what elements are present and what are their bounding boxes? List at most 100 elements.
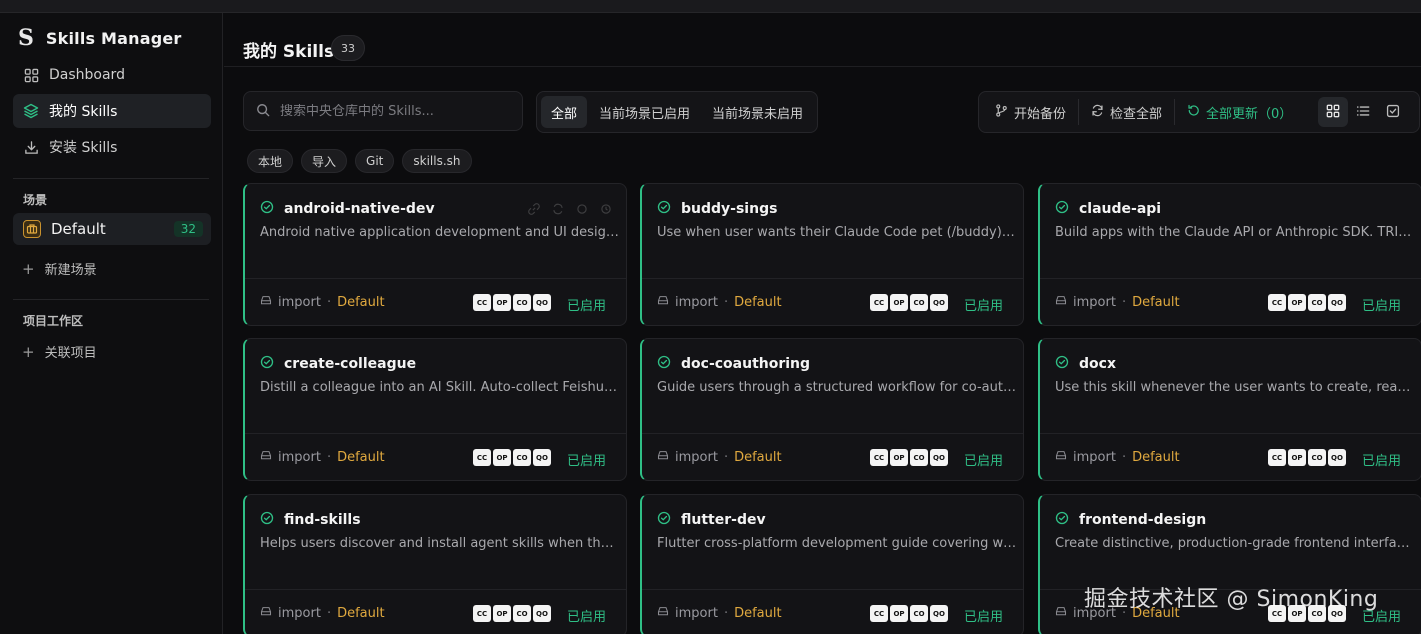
agent-badge: QO: [1328, 294, 1346, 311]
select-mode-button[interactable]: [1378, 97, 1408, 127]
update-all-label: 全部更新（0）: [1206, 106, 1293, 122]
status-badge[interactable]: 已启用: [567, 450, 606, 469]
git-branch-icon: [995, 103, 1008, 121]
skill-name: find-skills: [284, 511, 361, 528]
skill-card[interactable]: buddy-sings Use when user wants their Cl…: [640, 183, 1024, 326]
filter-enabled-in-scene[interactable]: 当前场景已启用: [589, 96, 700, 128]
agent-badge: OP: [890, 605, 908, 622]
scene-label[interactable]: Default: [734, 606, 782, 621]
refresh-icon[interactable]: [552, 200, 564, 219]
status-badge[interactable]: 已启用: [964, 450, 1003, 469]
link-project-button[interactable]: + 关联项目: [22, 342, 97, 362]
sidebar-item-dashboard[interactable]: Dashboard: [13, 58, 211, 92]
agent-badges: CC OP CO QO: [1268, 294, 1346, 311]
scene-label[interactable]: Default: [337, 450, 385, 465]
hard-drive-icon: [260, 605, 272, 621]
skill-name: doc-coauthoring: [681, 355, 811, 372]
sidebar-item-my-skills[interactable]: 我的 Skills: [13, 94, 211, 128]
separator-dot: ·: [326, 449, 332, 465]
status-badge[interactable]: 已启用: [1362, 295, 1401, 314]
agent-badge: CC: [473, 449, 491, 466]
skill-card[interactable]: flutter-dev Flutter cross-platform devel…: [640, 494, 1024, 634]
status-badge[interactable]: 已启用: [964, 295, 1003, 314]
update-all-button[interactable]: 全部更新（0）: [1175, 96, 1304, 128]
agent-badge: CO: [1308, 294, 1326, 311]
source-label: import: [675, 605, 718, 621]
agent-badge: CC: [1268, 294, 1286, 311]
chip-local[interactable]: 本地: [247, 149, 294, 173]
check-circle-icon: [657, 510, 671, 529]
grid-view-button[interactable]: [1318, 97, 1349, 127]
status-badge[interactable]: 已启用: [1362, 450, 1401, 469]
skill-name: frontend-design: [1079, 511, 1207, 528]
skill-card[interactable]: create-colleague Distill a colleague int…: [243, 338, 627, 481]
skill-source: import · Default: [657, 294, 782, 310]
check-all-label: 检查全部: [1110, 106, 1163, 122]
skill-description: Android native application development a…: [260, 225, 620, 240]
sidebar-item-install-skills[interactable]: 安装 Skills: [13, 130, 211, 164]
source-label: import: [675, 294, 718, 310]
scene-label[interactable]: Default: [734, 450, 782, 465]
hard-drive-icon: [1055, 294, 1067, 310]
scene-label[interactable]: Default: [734, 295, 782, 310]
agent-badge: CO: [513, 449, 531, 466]
app-name: Skills Manager: [45, 28, 182, 48]
new-scene-button[interactable]: + 新建场景: [22, 259, 97, 279]
list-view-button[interactable]: [1348, 97, 1378, 127]
skill-card[interactable]: docx Use this skill whenever the user wa…: [1038, 338, 1421, 481]
sidebar-divider: [13, 178, 209, 179]
scene-item-default[interactable]: Default 32: [13, 213, 211, 245]
agent-badges: CC OP CO QO: [473, 294, 551, 311]
scene-label[interactable]: Default: [337, 606, 385, 621]
sidebar-item-label: 安装 Skills: [49, 140, 118, 156]
skill-card[interactable]: claude-api Build apps with the Claude AP…: [1038, 183, 1421, 326]
card-header: doc-coauthoring: [657, 354, 810, 373]
skill-description: Create distinctive, production-grade fro…: [1055, 536, 1415, 551]
skill-source: import · Default: [1055, 449, 1180, 465]
status-badge[interactable]: 已启用: [964, 606, 1003, 625]
agent-badge: QO: [533, 294, 551, 311]
scene-label[interactable]: Default: [337, 295, 385, 310]
backup-button[interactable]: 开始备份: [983, 96, 1078, 128]
agent-badge: CO: [1308, 449, 1326, 466]
skill-card[interactable]: find-skills Helps users discover and ins…: [243, 494, 627, 634]
scene-label[interactable]: Default: [1132, 450, 1180, 465]
link-icon[interactable]: [528, 200, 540, 219]
filter-all[interactable]: 全部: [541, 96, 588, 128]
skill-name: flutter-dev: [681, 511, 766, 528]
agent-badge: CC: [870, 449, 888, 466]
agent-badges: CC OP CO QO: [870, 294, 948, 311]
card-header: create-colleague: [260, 354, 416, 373]
scene-count-badge: 32: [173, 221, 203, 237]
skill-card[interactable]: frontend-design Create distinctive, prod…: [1038, 494, 1421, 634]
page-header: 我的 Skills 33: [224, 13, 1421, 67]
agent-badges: CC OP CO QO: [1268, 449, 1346, 466]
hard-drive-icon: [657, 605, 669, 621]
status-badge[interactable]: 已启用: [567, 295, 606, 314]
card-footer: import · Default CC OP CO QO 已启用: [245, 278, 626, 325]
sidebar-item-label: 我的 Skills: [49, 104, 118, 120]
source-label: import: [278, 449, 321, 465]
skill-description: Use this skill whenever the user wants t…: [1055, 380, 1415, 395]
more-icon[interactable]: [600, 200, 612, 219]
search-box[interactable]: [243, 91, 523, 131]
separator-dot: ·: [326, 294, 332, 310]
plus-icon: +: [22, 259, 35, 278]
skill-card[interactable]: android-native-dev Android native applic…: [243, 183, 627, 326]
chip-skills-sh[interactable]: skills.sh: [402, 149, 472, 173]
skill-card[interactable]: doc-coauthoring Guide users through a st…: [640, 338, 1024, 481]
agent-badge: CO: [513, 294, 531, 311]
hard-drive-icon: [657, 449, 669, 465]
search-input[interactable]: [280, 103, 510, 119]
check-all-button[interactable]: 检查全部: [1079, 96, 1174, 128]
chip-git[interactable]: Git: [355, 149, 395, 173]
chip-import[interactable]: 导入: [301, 149, 348, 173]
check-circle-icon: [260, 199, 274, 218]
separator-dot: ·: [723, 449, 729, 465]
filter-disabled-in-scene[interactable]: 当前场景未启用: [702, 96, 813, 128]
sync-icon[interactable]: [576, 200, 588, 219]
scene-label[interactable]: Default: [1132, 295, 1180, 310]
agent-badge: OP: [1288, 294, 1306, 311]
status-badge[interactable]: 已启用: [567, 606, 606, 625]
card-hover-actions: [528, 200, 612, 219]
